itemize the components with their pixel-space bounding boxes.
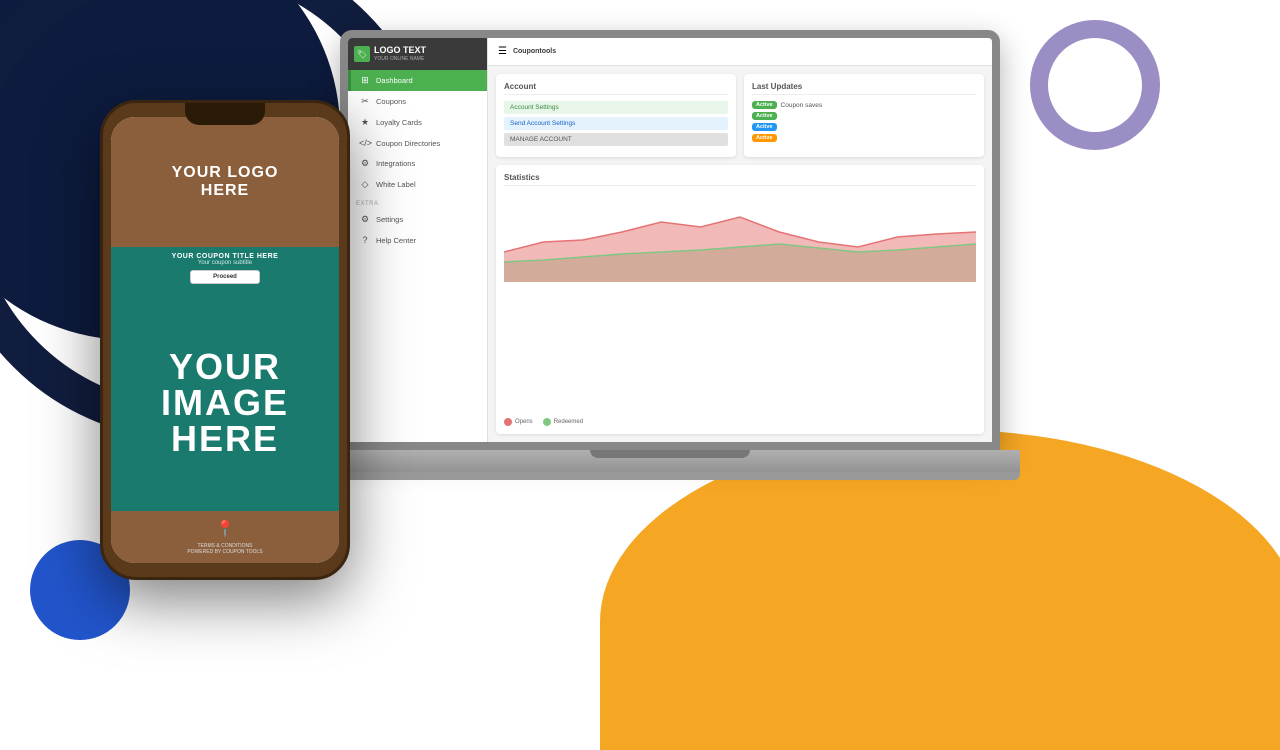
sidebar-logo-container: LOGO TEXT YOUR ONLINE NAME	[374, 46, 426, 62]
stat-badge-1: Active	[752, 101, 777, 109]
redeemed-label: Redeemed	[554, 419, 583, 425]
main-header: ☰ Coupontools	[488, 38, 992, 66]
sidebar-item-directories[interactable]: </> Coupon Directories	[348, 133, 487, 153]
laptop-base	[320, 450, 1020, 480]
phone-body: YOUR LOGO HERE YOUR COUPON TITLE HERE Yo…	[100, 100, 350, 580]
main-content: ☰ Coupontools Account Account Settings S…	[488, 38, 992, 442]
phone-image-area: YOUR IMAGE HERE	[111, 294, 339, 511]
opens-dot	[504, 418, 512, 426]
account-card-title: Account	[504, 82, 728, 95]
redeemed-dot	[543, 418, 551, 426]
sidebar-label-integrations: Integrations	[376, 159, 415, 168]
integrations-icon: ⚙	[359, 158, 371, 169]
dashboard-ui: 🏷 LOGO TEXT YOUR ONLINE NAME ⊞ Dashboard…	[348, 38, 992, 442]
main-body: Account Account Settings Send Account Se…	[488, 66, 992, 442]
sidebar-item-dashboard[interactable]: ⊞ Dashboard	[348, 70, 487, 91]
phone-image-text: YOUR IMAGE HERE	[161, 349, 289, 457]
sidebar-logo-text: LOGO TEXT	[374, 46, 426, 56]
stat-label-1: Coupon saves	[781, 102, 823, 109]
phone-proceed-btn[interactable]: Proceed	[190, 270, 260, 284]
sidebar-label-help: Help Center	[376, 236, 416, 245]
chart-area	[504, 192, 976, 414]
phone-coupon-title: YOUR COUPON TITLE HERE	[119, 253, 331, 260]
sidebar-item-coupons[interactable]: ✂ Coupons	[348, 91, 487, 112]
phone-logo-text: YOUR LOGO HERE	[172, 164, 279, 199]
dashboard-icon: ⊞	[359, 75, 371, 86]
stat-badge-3: Active	[752, 123, 777, 131]
sidebar-label-coupons: Coupons	[376, 97, 406, 106]
account-settings-btn[interactable]: Account Settings	[504, 101, 728, 114]
sidebar-item-whitelabel[interactable]: ◇ White Label	[348, 174, 487, 195]
stat-row-1: Active Coupon saves	[752, 101, 976, 109]
sidebar-nav: ⊞ Dashboard ✂ Coupons ★ Loyalty Cards	[348, 70, 487, 442]
stat-row-3: Active	[752, 123, 976, 131]
sidebar-item-help[interactable]: ? Help Center	[348, 230, 487, 250]
send-account-btn[interactable]: Send Account Settings	[504, 117, 728, 130]
sidebar-label-dashboard: Dashboard	[376, 76, 413, 85]
sidebar-item-loyalty[interactable]: ★ Loyalty Cards	[348, 112, 487, 133]
chart-svg	[504, 192, 976, 282]
phone-powered: POWERED BY COUPON TOOLS	[187, 549, 262, 555]
stat-badge-2: Active	[752, 112, 777, 120]
phone-logo-area: YOUR LOGO HERE	[111, 117, 339, 247]
sidebar-item-integrations[interactable]: ⚙ Integrations	[348, 153, 487, 174]
chart-legend: Opens Redeemed	[504, 418, 976, 426]
laptop-mockup: 🏷 LOGO TEXT YOUR ONLINE NAME ⊞ Dashboard…	[340, 30, 1020, 480]
sidebar: 🏷 LOGO TEXT YOUR ONLINE NAME ⊞ Dashboard…	[348, 38, 488, 442]
loyalty-icon: ★	[359, 117, 371, 128]
legend-redeemed: Redeemed	[543, 418, 583, 426]
sidebar-label-settings: Settings	[376, 215, 403, 224]
directories-icon: </>	[359, 138, 371, 148]
manage-account-btn[interactable]: MANAGE ACCOUNT	[504, 133, 728, 146]
phone-coupon-section: YOUR COUPON TITLE HERE Your coupon subti…	[111, 247, 339, 294]
laptop-screen-inner: 🏷 LOGO TEXT YOUR ONLINE NAME ⊞ Dashboard…	[348, 38, 992, 442]
chart-title: Statistics	[504, 173, 976, 186]
bg-purple-circle	[1030, 20, 1160, 150]
legend-opens: Opens	[504, 418, 533, 426]
account-card: Account Account Settings Send Account Se…	[496, 74, 736, 157]
sidebar-logo-icon: 🏷	[354, 46, 370, 62]
sidebar-header: 🏷 LOGO TEXT YOUR ONLINE NAME	[348, 38, 487, 70]
location-icon: 📍	[215, 519, 235, 539]
whitelabel-icon: ◇	[359, 179, 371, 190]
laptop-screen: 🏷 LOGO TEXT YOUR ONLINE NAME ⊞ Dashboard…	[340, 30, 1000, 450]
stat-row-4: Active	[752, 134, 976, 142]
extra-section-label: Extra	[348, 195, 487, 209]
coupons-icon: ✂	[359, 96, 371, 107]
sidebar-label-whitelabel: White Label	[376, 180, 416, 189]
last-updates-title: Last Updates	[752, 82, 976, 95]
laptop-base-notch	[590, 450, 750, 458]
phone-notch	[185, 103, 265, 125]
hamburger-icon[interactable]: ☰	[498, 46, 507, 57]
help-icon: ?	[359, 235, 371, 245]
phone-coupon-subtitle: Your coupon subtitle	[119, 260, 331, 266]
laptop-base-foot	[320, 472, 1020, 480]
settings-icon: ⚙	[359, 214, 371, 225]
sidebar-item-settings[interactable]: ⚙ Settings	[348, 209, 487, 230]
stat-row-2: Active	[752, 112, 976, 120]
last-updates-card: Last Updates Active Coupon saves Active …	[744, 74, 984, 157]
header-logo-text: Coupontools	[513, 48, 556, 55]
sidebar-label-directories: Coupon Directories	[376, 139, 440, 148]
stat-badge-4: Active	[752, 134, 777, 142]
sidebar-label-loyalty: Loyalty Cards	[376, 118, 422, 127]
phone-bottom-section: 📍 TERMS & CONDITIONS POWERED BY COUPON T…	[111, 511, 339, 563]
sidebar-logo-sub: YOUR ONLINE NAME	[374, 56, 426, 62]
opens-label: Opens	[515, 419, 533, 425]
chart-card: Statistics	[496, 165, 984, 434]
phone-mockup: YOUR LOGO HERE YOUR COUPON TITLE HERE Yo…	[100, 100, 350, 580]
phone-screen: YOUR LOGO HERE YOUR COUPON TITLE HERE Yo…	[111, 117, 339, 563]
